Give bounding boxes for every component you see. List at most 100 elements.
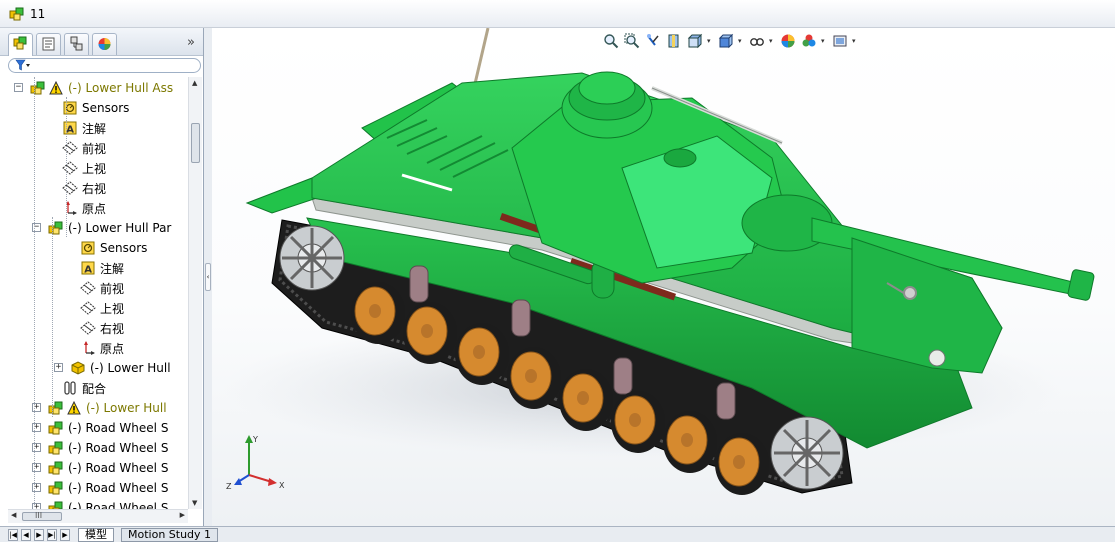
property-manager-tab[interactable]	[36, 33, 61, 55]
feature-manager-panel: » − (-) Lower Hull Ass Sensors A 注解 前视 上视 右视 原点 −…	[0, 28, 204, 526]
tree-item-label: (-) Road Wheel S	[68, 481, 169, 495]
more-tabs-button[interactable]: »	[187, 35, 195, 50]
plane-icon	[80, 280, 96, 296]
display-manager-tab[interactable]	[92, 33, 117, 55]
tree-item-label: 原点	[100, 341, 125, 356]
configuration-manager-tab[interactable]	[64, 33, 89, 55]
scroll-up-arrow-icon[interactable]: ▲	[192, 79, 197, 87]
warning-icon	[48, 80, 64, 96]
plane-icon	[62, 180, 78, 196]
tree-item-label: Sensors	[82, 101, 130, 115]
tree-item[interactable]: 原点	[80, 338, 124, 358]
tree-item[interactable]: 上视	[62, 158, 106, 178]
expand-icon[interactable]: +	[54, 363, 63, 372]
tree-item-label: 原点	[82, 201, 107, 216]
tree-item-label: (-) Road Wheel S	[68, 421, 169, 435]
tree-item[interactable]: (-) Road Wheel S	[48, 458, 168, 478]
plane-icon	[62, 140, 78, 156]
sensors-icon	[62, 100, 78, 116]
tree-item[interactable]: (-) Road Wheel S	[48, 498, 168, 509]
last-tab-button[interactable]: ▶|	[47, 529, 57, 541]
first-tab-button[interactable]: |◀	[8, 529, 18, 541]
tree-item[interactable]: (-) Road Wheel S	[48, 478, 168, 498]
tree-item-label: (-) Lower Hull Par	[68, 221, 172, 235]
filter-icon	[15, 59, 31, 75]
triad-y-label: Y	[252, 435, 258, 444]
scroll-left-arrow-icon[interactable]: ◀	[11, 511, 16, 519]
road-wheel	[351, 282, 405, 344]
assembly-icon	[48, 500, 64, 509]
triad-x-axis	[248, 474, 273, 483]
tree-item-label: 前视	[82, 141, 107, 156]
tree-item[interactable]: 原点	[62, 198, 106, 218]
next-tab-button[interactable]: ▶	[34, 529, 44, 541]
tree-item-label: (-) Lower Hull Ass	[68, 81, 174, 95]
annotations-icon: A	[62, 120, 78, 136]
origin-icon	[80, 340, 96, 356]
tree-horizontal-scrollbar[interactable]: ◀ III ▶	[8, 509, 188, 523]
plane-icon	[80, 320, 96, 336]
tree-item-label: (-) Road Wheel S	[68, 461, 169, 475]
tree-item-label: 前视	[100, 281, 125, 296]
tree-item-label: 配合	[82, 381, 107, 396]
tree-item[interactable]: 右视	[62, 178, 106, 198]
document-title: 11	[30, 6, 46, 21]
tree-item[interactable]: 前视	[62, 138, 106, 158]
tree-item[interactable]: 右视	[80, 318, 124, 338]
tank-model[interactable]	[212, 28, 1115, 526]
tab-scroll-button[interactable]: ▶	[60, 529, 70, 541]
assembly-icon	[30, 80, 46, 96]
tree-vertical-scrollbar[interactable]: ▲ ▼	[188, 77, 202, 509]
plane-icon	[62, 160, 78, 176]
tree-filter[interactable]	[8, 58, 201, 73]
title-bar: 11	[0, 0, 1115, 28]
tab-motion-study[interactable]: Motion Study 1	[121, 528, 219, 542]
graphics-area[interactable]: ▾ ▾ ▾ ▾ ▾ Y X Z	[212, 28, 1115, 526]
road-wheel	[715, 433, 769, 495]
prev-tab-button[interactable]: ◀	[21, 529, 31, 541]
road-wheel	[507, 347, 561, 409]
annotations-icon: A	[80, 260, 96, 276]
assembly-icon	[48, 440, 64, 456]
feature-tree-tab[interactable]	[8, 33, 33, 56]
front-sprocket-wheel	[770, 416, 844, 490]
tree-item-label: 右视	[82, 181, 107, 196]
tree-item[interactable]: 前视	[80, 278, 124, 298]
scroll-thumb-horizontal[interactable]: III	[22, 511, 62, 521]
panel-splitter[interactable]: ‹	[204, 28, 212, 526]
collapse-panel-icon[interactable]: ‹	[205, 263, 211, 291]
tree-item-label: (-) Road Wheel S	[68, 441, 169, 455]
tree-item-label: (-) Lower Hull	[86, 401, 167, 415]
tree-item-label: 注解	[82, 121, 107, 136]
tree-item-label: 注解	[100, 261, 125, 276]
tree-item[interactable]: A 注解	[80, 258, 124, 278]
view-triad: Y X Z	[226, 435, 285, 491]
tree-item[interactable]: Sensors	[62, 98, 129, 118]
feature-manager-tabs: »	[0, 28, 203, 56]
tab-model[interactable]: 模型	[78, 528, 114, 542]
assembly-icon	[48, 420, 64, 436]
tree-item[interactable]: (-) Lower Hull Ass	[30, 78, 173, 98]
tree-item[interactable]: (-) Road Wheel S	[48, 438, 168, 458]
tree-item[interactable]: (-) Lower Hull	[70, 358, 171, 378]
scroll-right-arrow-icon[interactable]: ▶	[180, 511, 185, 519]
mates-icon	[62, 380, 78, 396]
tree-item[interactable]: (-) Road Wheel S	[48, 418, 168, 438]
tree-item-label: (-) Lower Hull	[90, 361, 171, 375]
tree-item[interactable]: 配合	[62, 378, 106, 398]
svg-text:A: A	[66, 125, 74, 136]
collapse-icon[interactable]: −	[14, 83, 23, 92]
tree-item-label: 上视	[100, 301, 125, 316]
origin-icon	[62, 200, 78, 216]
assembly-icon	[48, 220, 64, 236]
tree-item[interactable]: 上视	[80, 298, 124, 318]
road-wheel	[611, 391, 665, 453]
scroll-down-arrow-icon[interactable]: ▼	[192, 499, 197, 507]
tree-item[interactable]: A 注解	[62, 118, 106, 138]
scroll-thumb[interactable]	[191, 123, 200, 163]
tree-item[interactable]: (-) Lower Hull	[48, 398, 167, 418]
tree-item-label: 上视	[82, 161, 107, 176]
road-wheel	[559, 369, 613, 431]
tree-item[interactable]: Sensors	[80, 238, 147, 258]
tree-item-label: (-) Road Wheel S	[68, 501, 169, 509]
